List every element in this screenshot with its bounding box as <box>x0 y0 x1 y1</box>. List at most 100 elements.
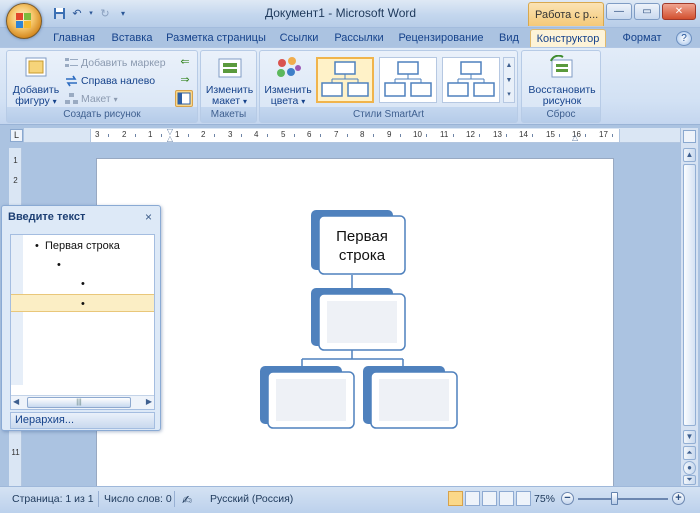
indent-marker-icon[interactable]: ▽ △ <box>166 128 174 143</box>
list-item-text: Первая строка <box>44 240 120 252</box>
qat-customize-icon[interactable]: ▾ <box>116 7 130 21</box>
ruler-tick-mark <box>347 134 348 137</box>
reset-graphic-button[interactable]: Восстановить рисунок <box>524 54 600 107</box>
zoom-slider[interactable] <box>578 498 668 500</box>
zoom-slider-thumb[interactable] <box>611 492 618 505</box>
scroll-right-icon[interactable]: ▶ <box>146 397 152 406</box>
view-ruler-icon[interactable] <box>683 130 696 143</box>
right-to-left-label: Справа налево <box>81 75 156 87</box>
add-shape-icon <box>21 55 51 83</box>
layout-button[interactable]: Макет ▾ <box>65 91 118 107</box>
bullet-icon: • <box>35 240 39 252</box>
zoom-out-icon[interactable]: − <box>561 492 574 505</box>
status-bar: Страница: 1 из 1 Число слов: 0 ✍ Русский… <box>0 486 700 513</box>
undo-dropdown-icon[interactable]: ▾ <box>88 7 94 21</box>
right-indent-marker-icon[interactable]: △ <box>572 134 580 142</box>
ruler-tick-label: 1 <box>175 130 180 139</box>
add-shape-label-2: фигуру <box>15 95 50 107</box>
list-item[interactable]: • <box>11 256 154 274</box>
hierarchy-link[interactable]: Иерархия... <box>10 412 155 429</box>
group-reset-label: Сброс <box>522 107 600 122</box>
change-colors-button[interactable]: Изменить цвета ▾ <box>262 55 314 107</box>
tab-review[interactable]: Рецензирование <box>396 29 486 48</box>
redo-icon[interactable]: ↻ <box>98 7 112 21</box>
tab-references[interactable]: Ссылки <box>276 29 322 48</box>
change-colors-dropdown-icon: ▾ <box>301 97 306 106</box>
scroll-left-icon[interactable]: ◀ <box>13 397 19 406</box>
list-item[interactable]: • Первая строка <box>11 237 154 255</box>
tab-page-layout[interactable]: Разметка страницы <box>166 29 266 48</box>
tab-design[interactable]: Конструктор <box>530 29 606 48</box>
group-create-graphic: Добавить фигуру ▾ Добавить маркер Справа… <box>6 50 198 123</box>
hscroll-thumb[interactable]: ||| <box>27 397 131 408</box>
tab-view[interactable]: Вид <box>494 29 524 48</box>
tab-mailings[interactable]: Рассылки <box>332 29 386 48</box>
help-icon[interactable]: ? <box>676 31 692 46</box>
close-button[interactable]: ✕ <box>662 3 696 20</box>
text-pane-hscrollbar[interactable]: ◀ ||| ▶ <box>11 395 154 409</box>
status-divider <box>174 491 175 507</box>
ruler-tick-mark <box>294 134 295 137</box>
close-icon[interactable]: × <box>145 210 152 224</box>
print-layout-icon[interactable] <box>448 491 463 506</box>
text-pane-list[interactable]: • Первая строка • • • ◀ ||| ▶ <box>10 234 155 410</box>
right-to-left-button[interactable]: Справа налево <box>65 73 155 89</box>
smartart-style-1[interactable] <box>316 57 374 103</box>
tab-format[interactable]: Формат <box>614 29 670 48</box>
list-item-selected[interactable]: • <box>11 294 154 312</box>
right-to-left-icon <box>65 75 78 87</box>
gallery-up-icon[interactable]: ▲ <box>504 58 514 73</box>
ruler-tick-mark <box>506 134 507 137</box>
save-icon[interactable] <box>52 7 66 21</box>
add-bullet-button[interactable]: Добавить маркер <box>65 55 166 71</box>
undo-icon[interactable]: ↶ <box>70 7 84 21</box>
zoom-in-icon[interactable]: + <box>672 492 685 505</box>
vertical-scrollbar[interactable]: ▲ ▼ ⏶ ● ⏷ <box>680 128 698 486</box>
layout-label: Макет <box>81 93 111 105</box>
styles-gallery-scroll[interactable]: ▲ ▼ ▾ <box>503 57 515 103</box>
list-item[interactable]: • <box>11 275 154 293</box>
full-screen-reading-icon[interactable] <box>465 491 480 506</box>
zoom-level[interactable]: 75% <box>534 493 555 505</box>
outline-icon[interactable] <box>499 491 514 506</box>
language[interactable]: Русский (Россия) <box>210 493 293 505</box>
text-pane-toggle-button[interactable] <box>175 90 193 107</box>
smartart-style-2[interactable] <box>379 57 437 103</box>
gallery-more-icon[interactable]: ▾ <box>504 88 514 102</box>
demote-icon[interactable]: ⇒ <box>177 73 193 87</box>
scroll-thumb[interactable] <box>683 164 696 426</box>
word-count[interactable]: Число слов: 0 <box>104 493 172 505</box>
maximize-button[interactable]: ▭ <box>634 3 660 20</box>
text-pane-icon <box>177 92 191 105</box>
promote-icon[interactable]: ⇐ <box>177 55 193 69</box>
add-shape-button[interactable]: Добавить фигуру ▾ <box>10 55 62 107</box>
tab-home[interactable]: Главная <box>50 29 98 48</box>
select-browse-object-icon[interactable]: ● <box>683 461 696 475</box>
office-button[interactable] <box>6 3 42 39</box>
tab-selector[interactable]: L <box>10 129 23 142</box>
smartart-style-3[interactable] <box>442 57 500 103</box>
previous-page-icon[interactable]: ⏶ <box>683 446 696 460</box>
scroll-down-icon[interactable]: ▼ <box>683 430 696 444</box>
tab-insert[interactable]: Вставка <box>108 29 156 48</box>
change-layout-button[interactable]: Изменить макет ▾ <box>203 55 256 107</box>
spellcheck-icon[interactable]: ✍ <box>182 493 192 507</box>
gallery-down-icon[interactable]: ▼ <box>504 73 514 88</box>
page-count[interactable]: Страница: 1 из 1 <box>12 493 94 505</box>
layout-icon <box>65 93 78 105</box>
draft-icon[interactable] <box>516 491 531 506</box>
group-smartart-styles: Изменить цвета ▾ ▲ ▼ ▾ Стили SmartArt <box>259 50 518 123</box>
ruler-tick-mark <box>135 134 136 137</box>
web-layout-icon[interactable] <box>482 491 497 506</box>
ruler-tick-mark <box>320 134 321 137</box>
minimize-button[interactable]: — <box>606 3 632 20</box>
vruler-tick: 2 <box>13 176 18 185</box>
document-page[interactable]: Первая строка <box>96 158 614 488</box>
horizontal-ruler[interactable]: 3 2 1 1 2 3 4 5 6 7 8 9 10 11 12 13 14 15 16 17 ▽ △ △ <box>24 128 680 143</box>
ruler-tick-label: 13 <box>493 130 502 139</box>
smartart-graphic[interactable]: Первая строка <box>97 159 615 489</box>
next-page-icon[interactable]: ⏷ <box>683 475 696 485</box>
shape-top-text-1: Первая <box>336 228 388 245</box>
shape-top[interactable] <box>318 215 406 275</box>
scroll-up-icon[interactable]: ▲ <box>683 148 696 162</box>
